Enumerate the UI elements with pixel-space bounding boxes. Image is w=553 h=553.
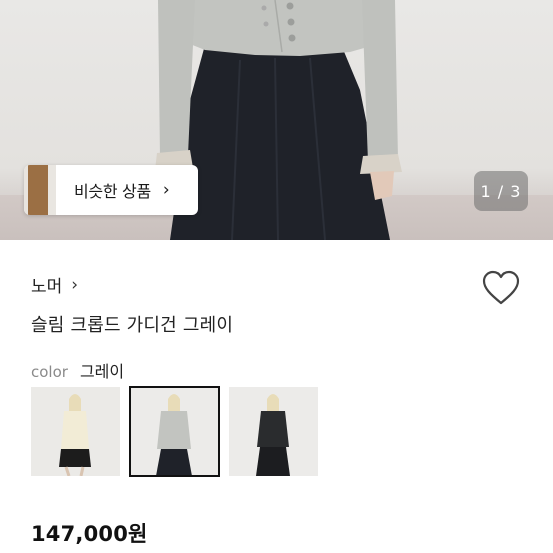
chevron-right-icon: › (71, 274, 79, 295)
color-swatch-ivory[interactable] (31, 387, 120, 476)
color-swatch-gray[interactable] (129, 386, 220, 477)
brand-name: 노머 (31, 277, 63, 297)
swatch-gray-image (130, 387, 219, 476)
product-price: 147,000원 (31, 522, 148, 546)
swatch-charcoal-image (229, 387, 318, 476)
color-option-row: color 그레이 (31, 358, 124, 382)
heart-icon[interactable] (482, 270, 520, 306)
chevron-right-icon: › (162, 180, 170, 200)
product-title: 슬림 크롭드 가디건 그레이 (31, 315, 234, 336)
brand-link[interactable]: 노머 › (31, 272, 79, 298)
similar-products-label: 비슷한 상품 (74, 182, 151, 201)
swatch-ivory-image (31, 387, 120, 476)
color-swatch-charcoal[interactable] (229, 387, 318, 476)
selected-color-value: 그레이 (79, 362, 125, 381)
product-image[interactable]: 비슷한 상품 › 1 / 3 (0, 0, 553, 240)
similar-products-button[interactable]: 비슷한 상품 › (24, 165, 198, 215)
color-label: color (31, 363, 68, 381)
image-page-counter: 1 / 3 (474, 171, 528, 211)
color-swatch-list (31, 386, 318, 477)
similar-product-thumbnail (24, 165, 56, 215)
